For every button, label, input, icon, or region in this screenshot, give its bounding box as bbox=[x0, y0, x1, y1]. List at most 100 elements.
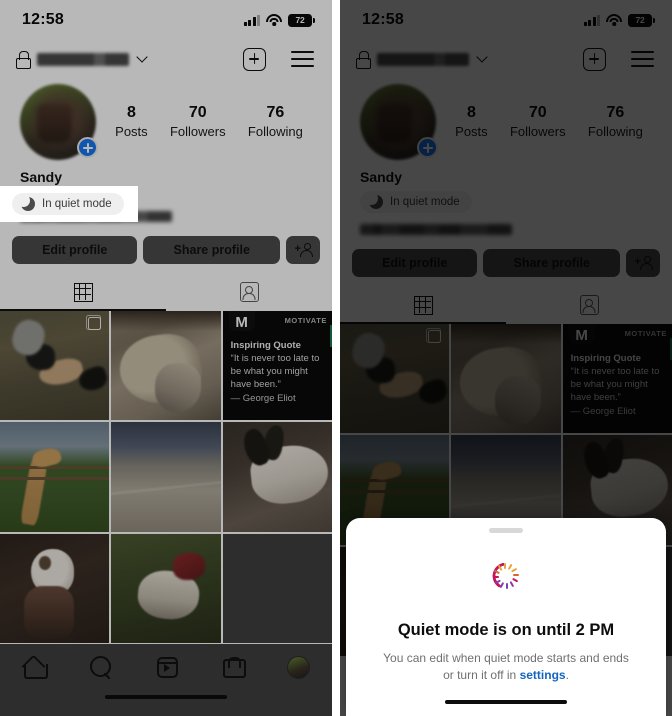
post-tile[interactable] bbox=[0, 533, 110, 644]
quiet-mode-tooltip[interactable]: In quiet mode bbox=[0, 186, 138, 222]
profile-summary-row: 8 Posts 70 Followers 76 Following bbox=[0, 78, 332, 160]
tab-grid[interactable] bbox=[340, 288, 506, 322]
username-switcher[interactable] bbox=[37, 51, 148, 66]
shop-bag-icon[interactable] bbox=[222, 656, 246, 678]
post-image-empty bbox=[222, 533, 332, 644]
stat-following[interactable]: 76 Following bbox=[588, 103, 643, 141]
moon-icon bbox=[17, 194, 35, 211]
stat-posts[interactable]: 8 Posts bbox=[115, 103, 148, 141]
quote-text: “It is never too late to be what you mig… bbox=[570, 366, 660, 403]
settings-link[interactable]: settings bbox=[520, 668, 566, 682]
discover-people-button[interactable]: + bbox=[626, 249, 661, 277]
quiet-sheet-title: Quiet mode is on until 2 PM bbox=[397, 621, 615, 639]
battery-level: 72 bbox=[635, 15, 645, 25]
stat-followers[interactable]: 70 Followers bbox=[510, 103, 566, 141]
stat-following-label: Following bbox=[247, 124, 303, 139]
post-image bbox=[111, 533, 221, 644]
carousel-icon bbox=[85, 314, 102, 330]
add-story-badge-icon[interactable] bbox=[417, 137, 438, 158]
post-tile[interactable] bbox=[222, 422, 332, 532]
post-tile[interactable] bbox=[0, 422, 110, 532]
menu-button[interactable] bbox=[291, 51, 314, 67]
post-image bbox=[0, 422, 110, 532]
status-indicators: 72 bbox=[583, 13, 655, 27]
quote-title: Inspiring Quote bbox=[570, 353, 641, 364]
profile-bio-redacted bbox=[360, 224, 512, 235]
post-image: M MOTIVATE Inspiring Quote “It is never … bbox=[562, 324, 672, 434]
tab-grid[interactable] bbox=[0, 275, 166, 309]
quiet-mode-pill[interactable]: In quiet mode bbox=[12, 193, 124, 215]
post-tile-empty bbox=[222, 533, 332, 644]
reels-icon[interactable] bbox=[156, 656, 178, 678]
post-tile[interactable] bbox=[111, 533, 221, 644]
post-tile[interactable] bbox=[111, 311, 221, 421]
discover-people-button[interactable]: + bbox=[286, 236, 321, 264]
battery-icon: 72 bbox=[288, 13, 315, 27]
stat-posts-label: Posts bbox=[115, 124, 148, 139]
stat-followers-label: Followers bbox=[169, 124, 226, 139]
lock-icon bbox=[16, 51, 31, 69]
post-tile[interactable] bbox=[111, 422, 221, 532]
profile-action-buttons: Edit profile Share profile + bbox=[340, 235, 672, 277]
wifi-icon bbox=[266, 14, 282, 26]
edit-profile-button[interactable]: Edit profile bbox=[352, 249, 478, 277]
profile-tabs bbox=[0, 275, 332, 309]
search-icon[interactable] bbox=[89, 656, 112, 678]
battery-icon: 72 bbox=[628, 13, 655, 27]
add-person-icon: + bbox=[635, 256, 653, 270]
tab-tagged[interactable] bbox=[166, 275, 332, 309]
quote-brand: MOTIVATE bbox=[624, 329, 667, 338]
post-tile[interactable] bbox=[340, 324, 450, 434]
wifi-icon bbox=[606, 14, 622, 26]
moon-icon bbox=[365, 192, 383, 209]
tab-tagged[interactable] bbox=[506, 288, 672, 322]
drag-handle[interactable] bbox=[489, 528, 523, 533]
status-time: 12:58 bbox=[22, 11, 64, 28]
quiet-mode-pill[interactable]: In quiet mode bbox=[360, 191, 472, 213]
post-tile-quote[interactable]: M MOTIVATE Inspiring Quote “It is never … bbox=[562, 324, 672, 434]
instagram-profile-screen: 12:58 72 8 Posts 70 Followers 76 Followi… bbox=[0, 0, 332, 716]
quote-body: Inspiring Quote “It is never too late to… bbox=[231, 339, 326, 405]
lock-icon bbox=[356, 51, 371, 69]
post-image bbox=[0, 533, 110, 644]
create-new-post-button[interactable] bbox=[243, 47, 266, 71]
username-switcher[interactable] bbox=[377, 51, 488, 66]
profile-display-name: Sandy bbox=[360, 169, 403, 185]
stat-following[interactable]: 76 Following bbox=[248, 103, 303, 141]
status-time: 12:58 bbox=[362, 11, 404, 28]
profile-avatar[interactable] bbox=[360, 84, 438, 160]
share-profile-button[interactable]: Share profile bbox=[483, 249, 621, 277]
bottom-navigation bbox=[0, 644, 332, 716]
post-tile[interactable] bbox=[0, 311, 110, 421]
create-new-post-button[interactable] bbox=[583, 47, 606, 71]
share-profile-button[interactable]: Share profile bbox=[143, 236, 281, 264]
quiet-mode-sheet: Quiet mode is on until 2 PM You can edit… bbox=[346, 518, 666, 716]
stat-posts-value: 8 bbox=[126, 104, 136, 121]
profile-action-buttons: Edit profile Share profile + bbox=[0, 222, 332, 264]
home-icon[interactable] bbox=[23, 657, 48, 679]
stat-posts[interactable]: 8 Posts bbox=[455, 103, 488, 141]
profile-tabs bbox=[340, 288, 672, 322]
menu-button[interactable] bbox=[631, 51, 654, 67]
phone-screen-right: 12:58 72 8 Posts 70 Followers 76 Followi… bbox=[340, 0, 672, 716]
add-person-icon: + bbox=[295, 243, 313, 257]
profile-header bbox=[340, 40, 672, 78]
quote-brand: MOTIVATE bbox=[284, 316, 327, 325]
profile-avatar-icon[interactable] bbox=[286, 655, 310, 679]
tagged-person-icon bbox=[579, 295, 599, 315]
add-story-badge-icon[interactable] bbox=[77, 137, 98, 158]
stat-followers[interactable]: 70 Followers bbox=[170, 103, 226, 141]
post-tile[interactable] bbox=[451, 324, 561, 434]
chevron-down-icon[interactable] bbox=[136, 51, 148, 63]
post-image bbox=[451, 324, 561, 434]
quiet-sheet-description-end: . bbox=[565, 668, 569, 682]
edit-profile-button[interactable]: Edit profile bbox=[12, 236, 138, 264]
chevron-down-icon[interactable] bbox=[476, 51, 488, 63]
bottom-nav-icons bbox=[0, 644, 332, 690]
post-tile-quote[interactable]: M MOTIVATE Inspiring Quote “It is never … bbox=[222, 311, 332, 421]
stat-following-label: Following bbox=[587, 124, 643, 139]
profile-stats: 8 Posts 70 Followers 76 Following bbox=[436, 103, 654, 141]
grid-icon bbox=[413, 295, 433, 315]
profile-header bbox=[0, 40, 332, 78]
profile-avatar[interactable] bbox=[20, 84, 98, 160]
